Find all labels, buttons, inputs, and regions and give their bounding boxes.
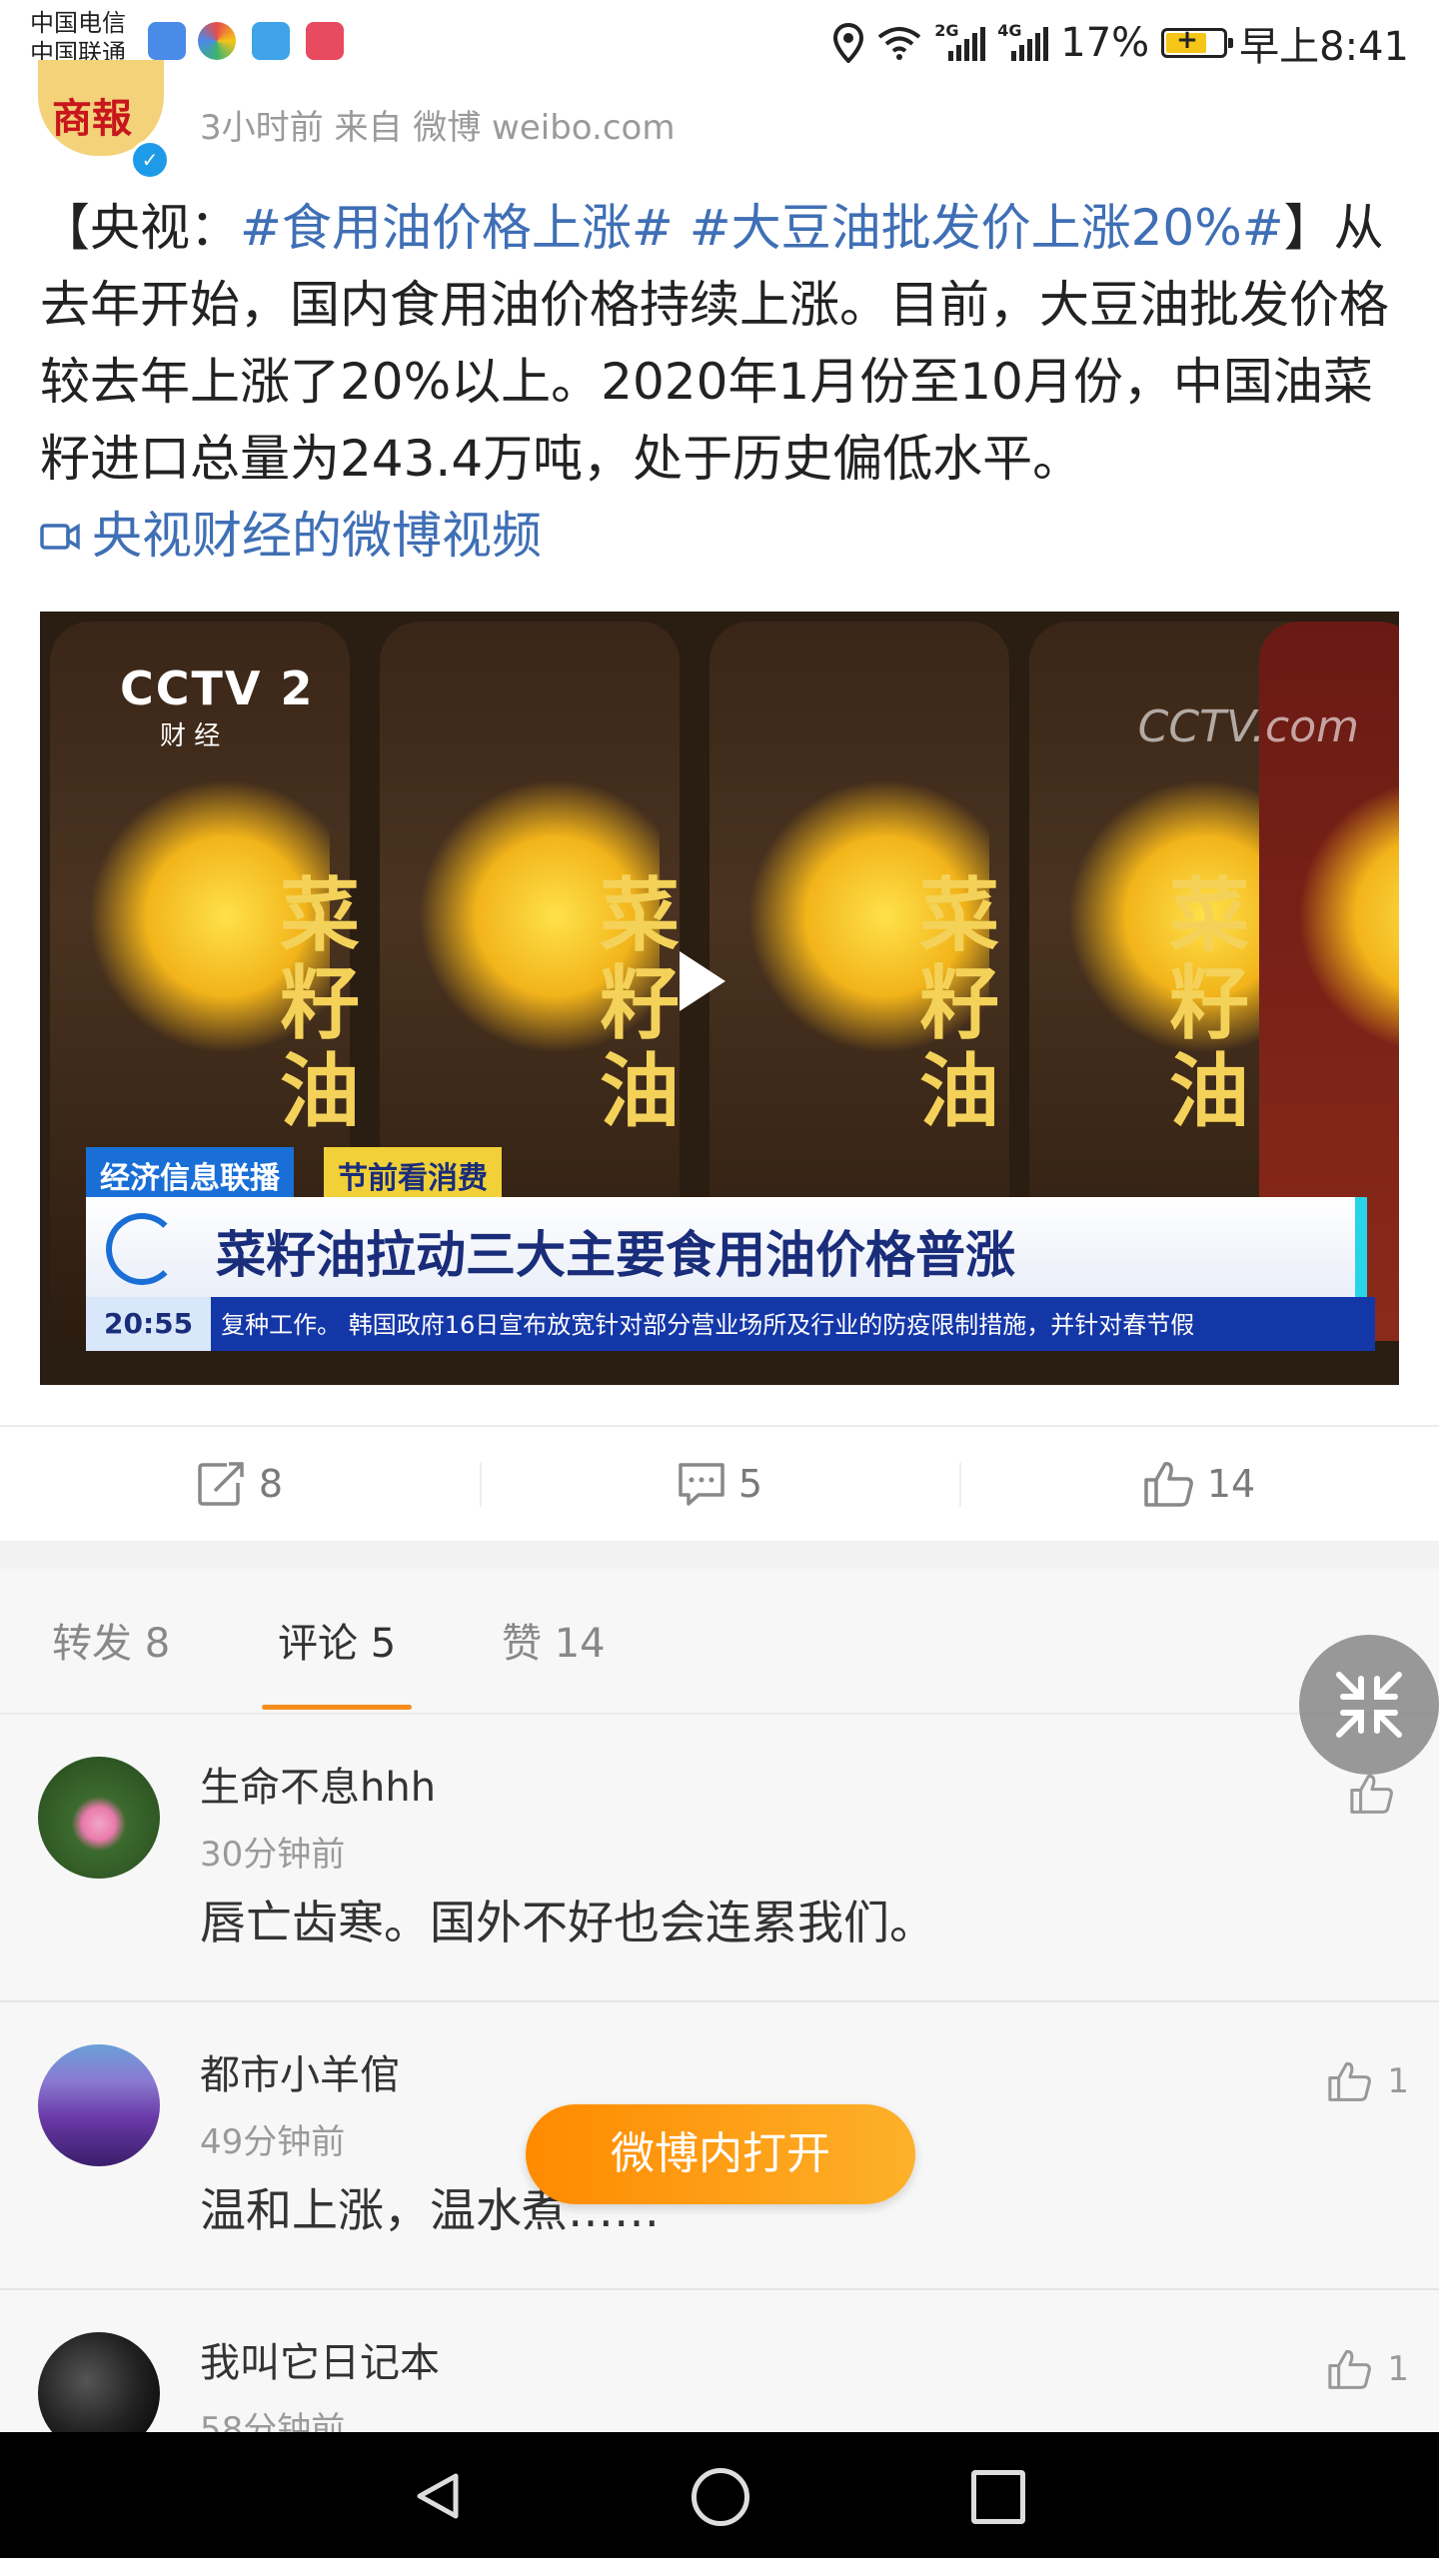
bottle-label: 菜籽油	[600, 868, 680, 1138]
comment-time: 30分钟前	[200, 1835, 346, 1875]
wifi-icon	[878, 27, 921, 60]
thumbs-up-icon	[1328, 2061, 1372, 2101]
commenter-avatar[interactable]	[38, 2044, 160, 2166]
repost-icon	[198, 1462, 244, 1506]
comment-like-count: 1	[1387, 2061, 1409, 2101]
watermark: CCTV.com	[1137, 701, 1359, 752]
commenter-name[interactable]: 我叫它日记本	[200, 2330, 440, 2388]
comment-list: 生命不息hhh 30分钟前 唇亡齿寒。国外不好也会连累我们。 都市小羊倌 49分…	[0, 1715, 1439, 2454]
back-icon[interactable]	[412, 2470, 464, 2522]
commenter-avatar[interactable]	[38, 1757, 160, 1879]
video-link[interactable]: 央视财经的微博视频	[40, 498, 1409, 575]
comment-item: 生命不息hhh 30分钟前 唇亡齿寒。国外不好也会连累我们。	[0, 1715, 1439, 2002]
repost-button[interactable]: 8	[0, 1427, 480, 1541]
active-tab-indicator	[262, 1705, 412, 1710]
post-meta: 3小时前 来自 微博 weibo.com	[200, 108, 676, 148]
clock: 早上8:41	[1239, 24, 1409, 70]
tab-likes[interactable]: 赞 14	[502, 1611, 606, 1669]
status-indicators: 2G 4G 17% + 早上8:41	[832, 16, 1409, 70]
like-button[interactable]: 14	[959, 1427, 1439, 1541]
collapse-icon	[1336, 1672, 1402, 1738]
section-divider	[0, 1541, 1439, 1569]
signal-4g-icon: 4G	[997, 21, 1049, 61]
tab-reposts[interactable]: 转发 8	[52, 1611, 170, 1669]
video-player[interactable]: 菜籽油 菜籽油 菜籽油 菜籽油 CCTV 2 财 经 CCTV.com 经济信息…	[40, 612, 1399, 1385]
location-icon	[833, 23, 864, 63]
commenter-name[interactable]: 生命不息hhh	[200, 1755, 436, 1813]
comment-like-button[interactable]: 1	[1327, 2348, 1409, 2390]
news-headline: 菜籽油拉动三大主要食用油价格普涨	[216, 1226, 1015, 1284]
carrier-1: 中国电信	[30, 9, 126, 37]
play-icon[interactable]	[680, 951, 725, 1011]
tab-comments[interactable]: 评论 5	[278, 1611, 396, 1669]
comment-time: 49分钟前	[200, 2122, 346, 2162]
post-content: 【央视：#食用油价格上涨# #大豆油批发价上涨20%#】从去年开始，国内食用油价…	[40, 190, 1409, 575]
recent-apps-icon[interactable]	[971, 2470, 1025, 2524]
comment-text: 唇亡齿寒。国外不好也会连累我们。	[200, 1896, 935, 1949]
comment-icon	[679, 1463, 724, 1506]
comment-like-count: 1	[1387, 2349, 1409, 2389]
signal-2g-icon: 2G	[934, 21, 986, 61]
bottle-label: 菜籽油	[919, 868, 999, 1138]
reader-app-icon	[252, 22, 290, 60]
like-count: 14	[1206, 1462, 1256, 1506]
hashtag-soybean-oil[interactable]: #大豆油批发价上涨20%#	[690, 199, 1284, 257]
comment-like-button[interactable]: 1	[1327, 2060, 1409, 2102]
verified-badge-icon: ✓	[130, 140, 170, 180]
repost-count: 8	[258, 1462, 284, 1506]
ticker-text: 复种工作。 韩国政府16日宣布放宽针对部分营业场所及行业的防疫限制措施，并针对春…	[221, 1311, 1195, 1339]
segment-tag: 节前看消费	[324, 1147, 502, 1203]
open-in-weibo-button[interactable]: 微博内打开	[526, 2104, 915, 2204]
commenter-name[interactable]: 都市小羊倌	[200, 2042, 400, 2100]
channel-swirl-icon	[106, 1213, 178, 1285]
video-link-label: 央视财经的微博视频	[92, 507, 542, 565]
post-text: 【央视：#食用油价格上涨# #大豆油批发价上涨20%#】从去年开始，国内食用油价…	[40, 190, 1409, 498]
browser-app-icon	[198, 22, 236, 60]
thumbs-up-icon	[1350, 1774, 1393, 1814]
post-action-bar: 8 5 14	[0, 1425, 1439, 1543]
bottle-label: 菜籽油	[280, 868, 360, 1138]
tieba-app-icon	[148, 22, 186, 60]
thumbs-up-icon	[1328, 2349, 1372, 2389]
news-ticker: 20:55 复种工作。 韩国政府16日宣布放宽针对部分营业场所及行业的防疫限制措施…	[86, 1297, 1375, 1351]
battery-percent: 17%	[1060, 20, 1150, 66]
network-type-1: 2G	[934, 21, 959, 40]
bracket-open: 【央视：	[40, 199, 240, 257]
thumbs-up-icon	[1144, 1462, 1193, 1507]
avatar-logo-text: 商報	[52, 95, 132, 142]
network-type-2: 4G	[997, 21, 1022, 40]
status-bar: 中国电信 中国联通 2G 4G 17% + 早上8:41	[0, 0, 1439, 86]
channel-name: CCTV 2	[120, 661, 315, 715]
carrier-info: 中国电信 中国联通	[30, 8, 126, 68]
battery-icon: +	[1161, 25, 1234, 58]
cctv-logo: CCTV 2 财 经	[120, 661, 315, 752]
comment-like-button[interactable]	[1349, 1773, 1409, 1815]
home-icon[interactable]	[692, 2468, 749, 2526]
system-nav-bar	[0, 2432, 1439, 2558]
store-app-icon	[306, 22, 344, 60]
bottle-label: 菜籽油	[1169, 868, 1249, 1138]
channel-sub: 财 经	[160, 721, 221, 751]
news-headline-banner: 菜籽油拉动三大主要食用油价格普涨	[86, 1197, 1367, 1297]
program-tag: 经济信息联播	[86, 1147, 294, 1203]
comment-count: 5	[737, 1462, 763, 1506]
bracket-close: 】	[1283, 199, 1334, 257]
hashtag-edible-oil[interactable]: #食用油价格上涨#	[240, 199, 674, 257]
comment-button[interactable]: 5	[480, 1427, 959, 1541]
comment-tabs: 转发 8 评论 5 赞 14	[0, 1569, 1439, 1715]
video-camera-icon	[40, 523, 80, 550]
collapse-button[interactable]	[1299, 1635, 1439, 1775]
ticker-time: 20:55	[86, 1297, 212, 1351]
